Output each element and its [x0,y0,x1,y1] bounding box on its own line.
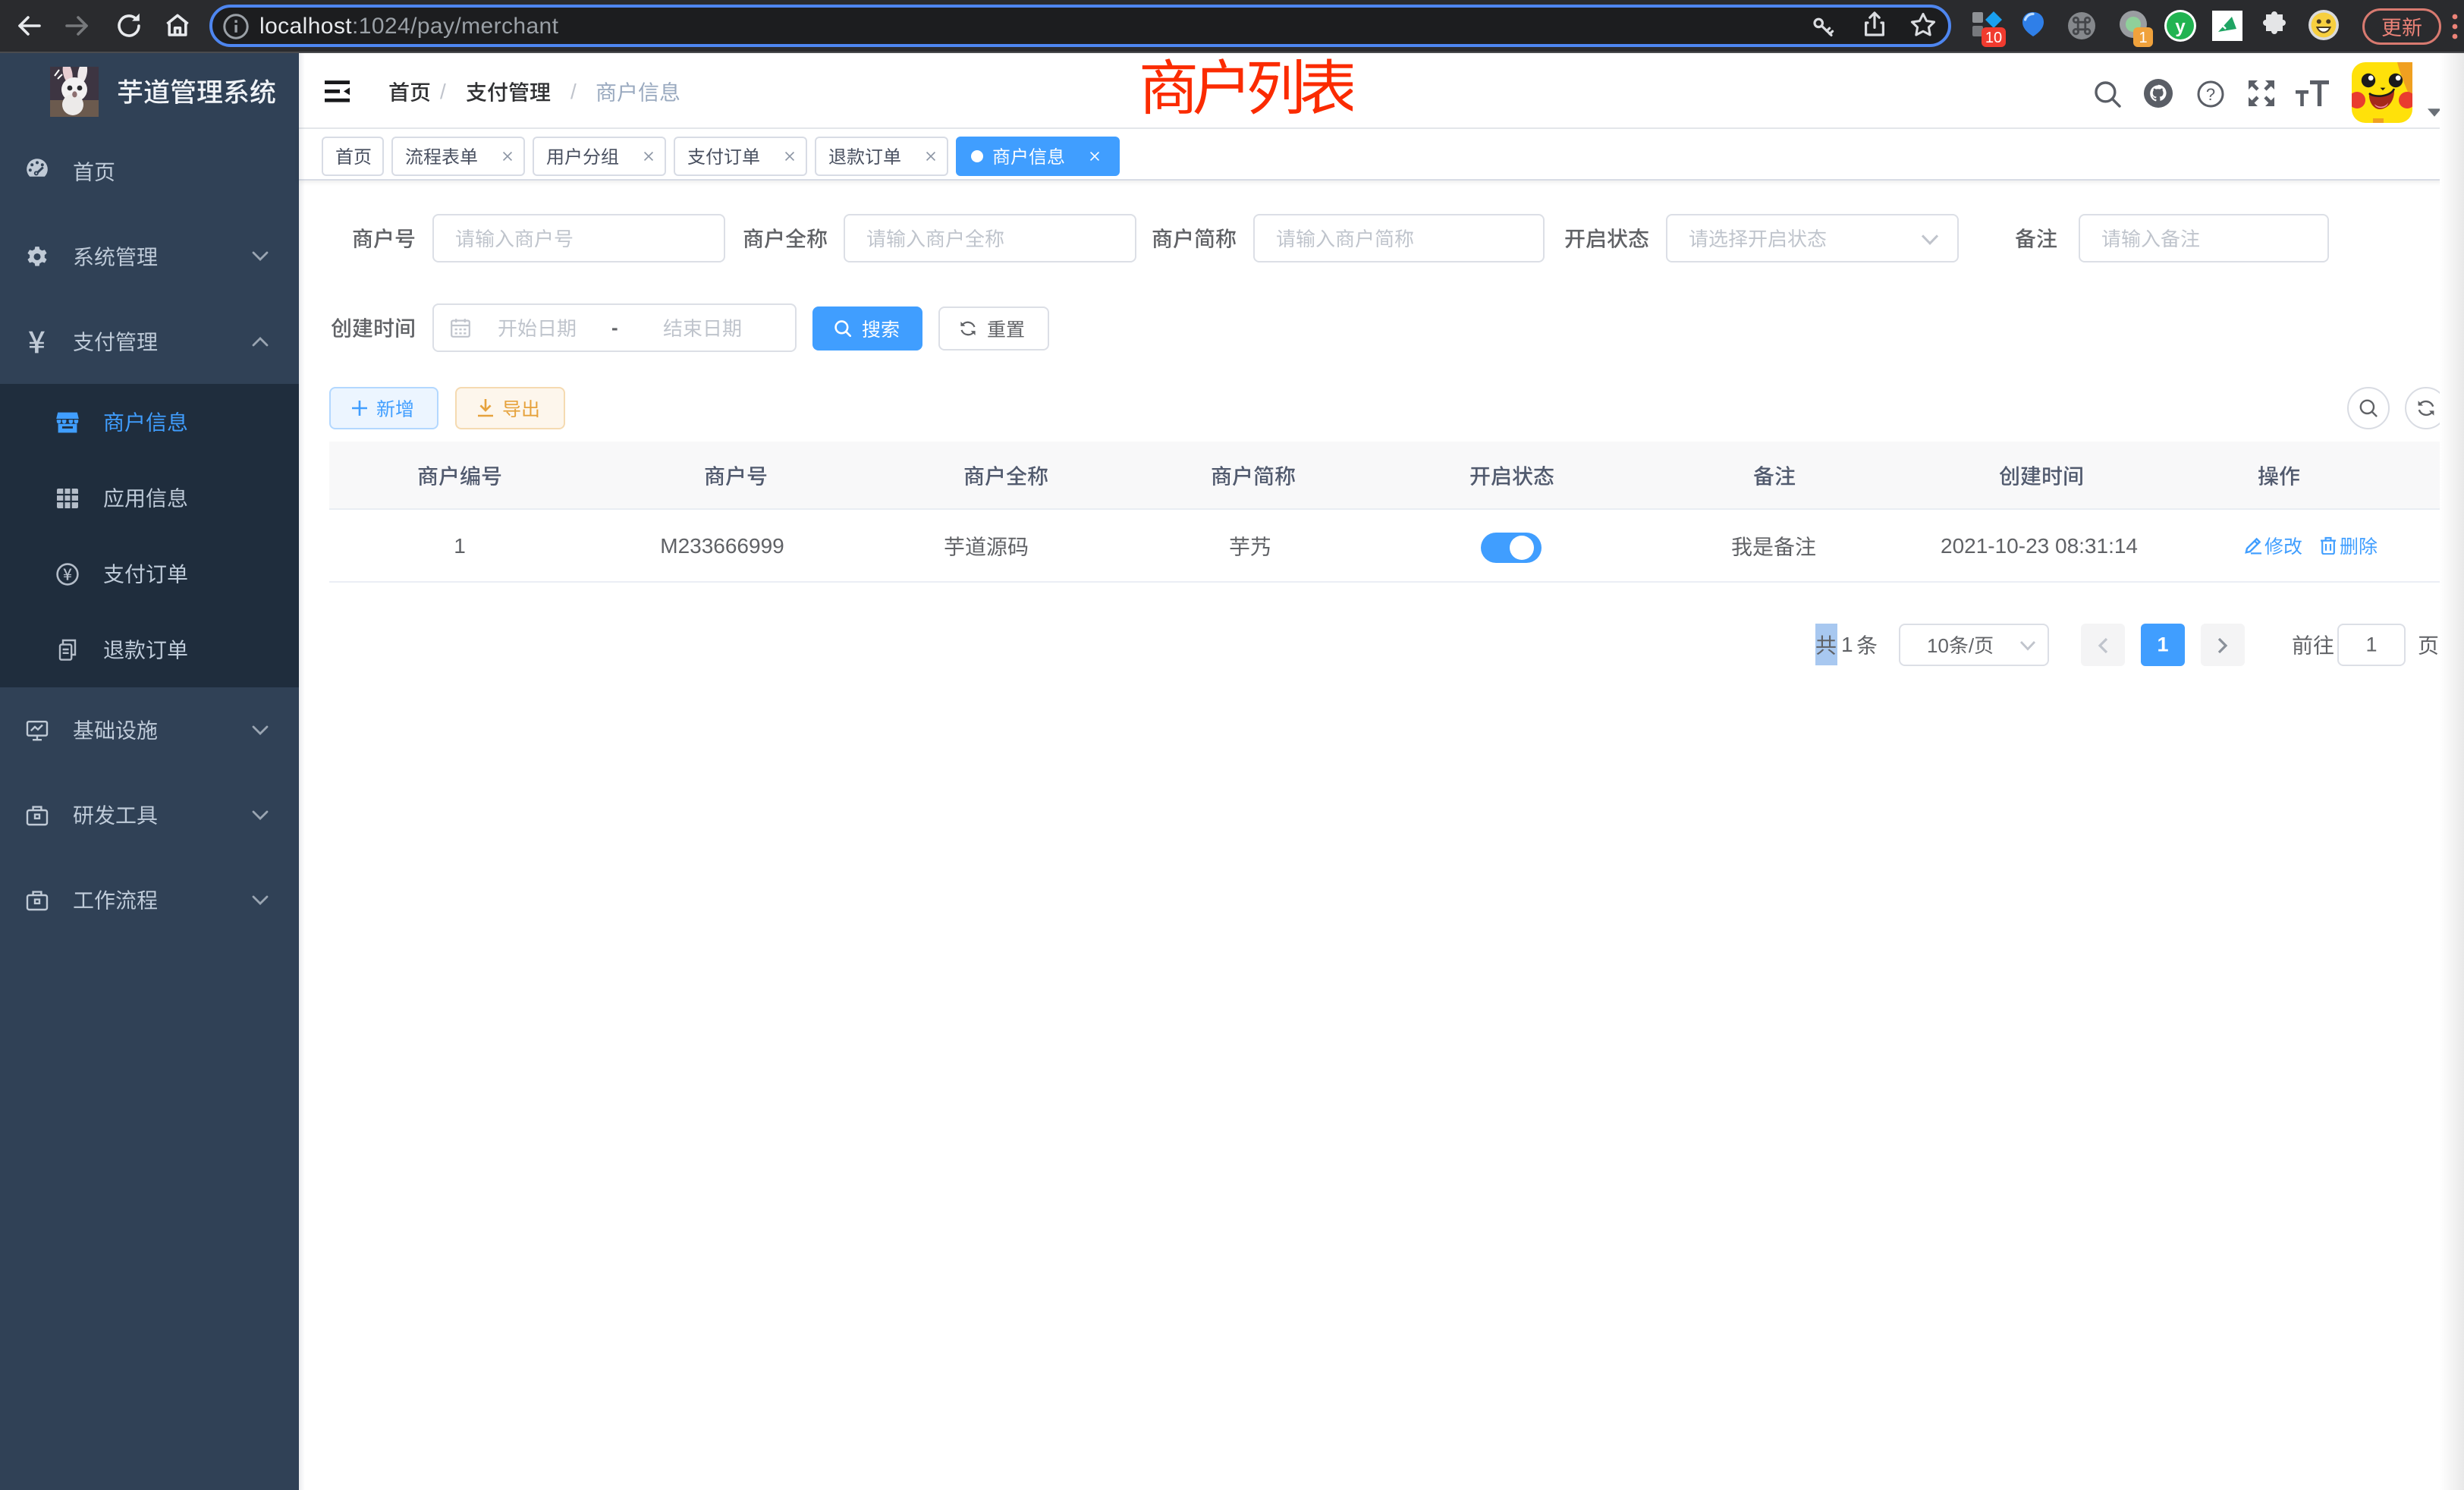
svg-text:10: 10 [1985,30,2002,46]
svg-text:y: y [2175,17,2186,37]
svg-text:?: ? [2206,85,2215,104]
svg-text:1: 1 [2139,30,2147,46]
